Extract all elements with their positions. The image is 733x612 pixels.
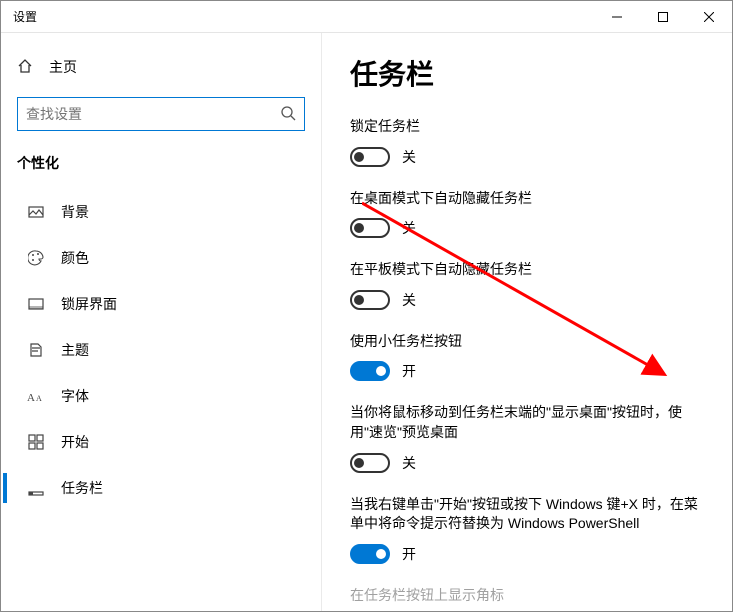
- sidebar-item-fonts[interactable]: AA 字体: [17, 373, 305, 419]
- sidebar-item-label: 背景: [61, 202, 89, 222]
- setting-peek-desktop: 当你将鼠标移动到任务栏末端的"显示桌面"按钮时，使用"速览"预览桌面 关: [350, 403, 704, 472]
- toggle-small-buttons[interactable]: [350, 361, 390, 381]
- maximize-button[interactable]: [640, 1, 686, 33]
- palette-icon: [27, 249, 45, 267]
- search-box[interactable]: [17, 97, 305, 131]
- sidebar-item-start[interactable]: 开始: [17, 419, 305, 465]
- window-title: 设置: [13, 8, 37, 25]
- setting-powershell: 当我右键单击"开始"按钮或按下 Windows 键+X 时，在菜单中将命令提示符…: [350, 495, 704, 564]
- main-content: 任务栏 锁定任务栏 关 在桌面模式下自动隐藏任务栏 关 在平板模式下自动隐藏任务…: [321, 33, 732, 611]
- setting-small-buttons: 使用小任务栏按钮 开: [350, 332, 704, 382]
- home-icon: [17, 58, 33, 77]
- sidebar-item-colors[interactable]: 颜色: [17, 235, 305, 281]
- home-label: 主页: [49, 57, 77, 77]
- setting-label: 锁定任务栏: [350, 117, 704, 137]
- toggle-peek-desktop[interactable]: [350, 453, 390, 473]
- setting-label: 在平板模式下自动隐藏任务栏: [350, 260, 704, 280]
- setting-lock-taskbar: 锁定任务栏 关: [350, 117, 704, 167]
- sidebar-item-background[interactable]: 背景: [17, 189, 305, 235]
- window-controls: [594, 1, 732, 33]
- toggle-lock-taskbar[interactable]: [350, 147, 390, 167]
- toggle-state: 开: [402, 361, 416, 381]
- search-input[interactable]: [26, 106, 280, 122]
- page-title: 任务栏: [350, 53, 704, 93]
- setting-label: 在任务栏按钮上显示角标: [350, 586, 704, 606]
- setting-label: 在桌面模式下自动隐藏任务栏: [350, 189, 704, 209]
- minimize-button[interactable]: [594, 1, 640, 33]
- start-icon: [27, 433, 45, 451]
- toggle-state: 开: [402, 544, 416, 564]
- setting-label: 当你将鼠标移动到任务栏末端的"显示桌面"按钮时，使用"速览"预览桌面: [350, 403, 704, 442]
- svg-text:A: A: [27, 392, 35, 404]
- toggle-autohide-desktop[interactable]: [350, 218, 390, 238]
- setting-label: 使用小任务栏按钮: [350, 332, 704, 352]
- toggle-state: 关: [402, 218, 416, 238]
- setting-autohide-tablet: 在平板模式下自动隐藏任务栏 关: [350, 260, 704, 310]
- toggle-state: 关: [402, 290, 416, 310]
- setting-label: 当我右键单击"开始"按钮或按下 Windows 键+X 时，在菜单中将命令提示符…: [350, 495, 704, 534]
- search-icon: [280, 105, 296, 124]
- sidebar-item-label: 任务栏: [61, 478, 103, 498]
- sidebar-item-taskbar[interactable]: 任务栏: [17, 465, 305, 511]
- lockscreen-icon: [27, 295, 45, 313]
- background-icon: [27, 203, 45, 221]
- taskbar-icon: [27, 479, 45, 497]
- svg-text:A: A: [36, 394, 42, 403]
- sidebar-item-themes[interactable]: 主题: [17, 327, 305, 373]
- themes-icon: [27, 341, 45, 359]
- home-link[interactable]: 主页: [17, 49, 305, 85]
- toggle-autohide-tablet[interactable]: [350, 290, 390, 310]
- sidebar-item-label: 主题: [61, 340, 89, 360]
- sidebar-item-label: 颜色: [61, 248, 89, 268]
- titlebar: 设置: [1, 1, 732, 33]
- toggle-powershell[interactable]: [350, 544, 390, 564]
- section-label: 个性化: [17, 149, 305, 189]
- sidebar: 主页 个性化 背景 颜色: [1, 33, 321, 611]
- close-button[interactable]: [686, 1, 732, 33]
- setting-autohide-desktop: 在桌面模式下自动隐藏任务栏 关: [350, 189, 704, 239]
- sidebar-item-label: 开始: [61, 432, 89, 452]
- sidebar-item-lockscreen[interactable]: 锁屏界面: [17, 281, 305, 327]
- sidebar-item-label: 字体: [61, 386, 89, 406]
- toggle-state: 关: [402, 453, 416, 473]
- sidebar-item-label: 锁屏界面: [61, 294, 117, 314]
- toggle-state: 关: [402, 147, 416, 167]
- fonts-icon: AA: [27, 387, 45, 405]
- setting-badges: 在任务栏按钮上显示角标 关: [350, 586, 704, 611]
- nav: 背景 颜色 锁屏界面 主题: [17, 189, 305, 511]
